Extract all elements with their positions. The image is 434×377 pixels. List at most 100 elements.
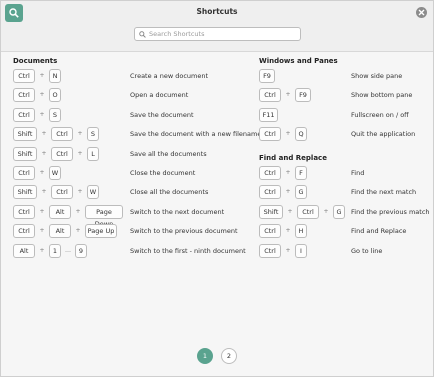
key-cap: 1 bbox=[49, 243, 61, 258]
shortcut-row: Ctrl + I Go to line bbox=[259, 243, 434, 258]
key-cap: Ctrl bbox=[51, 185, 73, 200]
shortcut-row: Ctrl + O Open a document bbox=[13, 88, 230, 103]
shortcut-description: Create a new document bbox=[130, 72, 209, 80]
page-button-2[interactable]: 2 bbox=[221, 348, 237, 364]
plus-separator: + bbox=[39, 72, 45, 79]
shortcut-row: Ctrl + Q Quit the application bbox=[259, 127, 434, 142]
key-cap: Shift bbox=[13, 146, 37, 161]
key-cap: Q bbox=[295, 127, 307, 142]
key-cap: Ctrl bbox=[259, 243, 281, 258]
title-bar: Shortcuts bbox=[1, 1, 433, 52]
key-cap: F11 bbox=[259, 107, 278, 122]
key-cap: Ctrl bbox=[259, 127, 281, 142]
range-separator: … bbox=[65, 246, 71, 254]
plus-separator: + bbox=[285, 246, 291, 254]
shortcut-row: Ctrl + Alt + Page Up Switch to the previous d… bbox=[13, 224, 238, 239]
key-cap: Ctrl bbox=[13, 107, 35, 122]
key-cap: G bbox=[295, 185, 307, 200]
shortcut-row: Ctrl + F9 Show bottom pane bbox=[259, 88, 434, 103]
key-cap: Ctrl bbox=[259, 88, 281, 103]
plus-separator: + bbox=[39, 91, 45, 99]
plus-separator: + bbox=[39, 207, 45, 215]
plus-separator: + bbox=[39, 169, 45, 176]
shortcut-description: Show side pane bbox=[351, 72, 403, 80]
plus-separator: + bbox=[323, 207, 329, 215]
key-cap: Alt bbox=[49, 224, 71, 239]
key-cap: 9 bbox=[75, 243, 87, 258]
shortcut-row: Ctrl + H Find and Replace bbox=[259, 224, 434, 239]
key-cap: Ctrl bbox=[13, 166, 35, 180]
key-cap: Ctrl bbox=[51, 127, 73, 142]
shortcut-row: Shift + Ctrl + L Save all the documents bbox=[13, 146, 230, 161]
key-cap: F9 bbox=[295, 88, 311, 103]
search-input[interactable] bbox=[149, 29, 297, 39]
key-cap: F9 bbox=[259, 69, 275, 83]
shortcut-description: Find the next match bbox=[351, 188, 417, 197]
shortcut-row: Ctrl + N Create a new document bbox=[13, 69, 230, 83]
key-cap: Alt bbox=[13, 243, 35, 258]
shortcut-row: Ctrl + W Close the document bbox=[13, 166, 230, 180]
shortcut-description: Close all the documents bbox=[130, 188, 209, 197]
shortcut-row: Ctrl + G Find the next match bbox=[259, 185, 434, 200]
key-cap: N bbox=[49, 69, 61, 83]
key-cap: G bbox=[333, 204, 345, 219]
key-cap: Ctrl bbox=[259, 185, 281, 200]
search-icon bbox=[139, 31, 146, 38]
key-cap: Shift bbox=[13, 185, 37, 200]
plus-separator: + bbox=[39, 227, 45, 235]
section-title-windows: Windows and Panes bbox=[259, 57, 338, 65]
key-cap: Ctrl bbox=[259, 224, 281, 239]
close-button[interactable] bbox=[416, 7, 427, 18]
shortcut-description: Find bbox=[351, 169, 365, 177]
key-cap: Ctrl bbox=[259, 166, 281, 180]
plus-separator: + bbox=[77, 130, 83, 138]
key-cap: Page Down bbox=[85, 204, 123, 228]
section-title-documents: Documents bbox=[13, 57, 58, 65]
key-cap: Ctrl bbox=[13, 88, 35, 103]
shortcut-description: Open a document bbox=[130, 91, 189, 100]
plus-separator: + bbox=[41, 130, 47, 138]
plus-separator: + bbox=[75, 207, 81, 215]
key-cap: O bbox=[49, 88, 61, 103]
key-cap: Page Up bbox=[85, 224, 117, 239]
plus-separator: + bbox=[39, 110, 45, 118]
key-cap: Ctrl bbox=[13, 224, 35, 239]
shortcut-row: Ctrl + S Save the document bbox=[13, 107, 230, 122]
plus-separator: + bbox=[287, 207, 293, 215]
window-title: Shortcuts bbox=[196, 7, 238, 16]
shortcut-row: Shift + Ctrl + G Find the previous match bbox=[259, 204, 434, 219]
search-field[interactable] bbox=[134, 27, 301, 41]
section-title-find: Find and Replace bbox=[259, 154, 327, 162]
key-cap: L bbox=[87, 146, 99, 161]
key-cap: W bbox=[49, 166, 61, 180]
shortcut-row: F11 Fullscreen on / off bbox=[259, 107, 434, 122]
shortcut-description: Go to line bbox=[351, 246, 383, 255]
shortcut-description: Switch to the first - ninth document bbox=[130, 246, 246, 255]
key-cap: Ctrl bbox=[51, 146, 73, 161]
shortcut-row: Alt +1 … 9 Switch to the first - ninth docum… bbox=[13, 243, 246, 258]
shortcut-row: Ctrl + F Find bbox=[259, 166, 434, 180]
plus-separator: + bbox=[41, 188, 47, 196]
key-cap: Ctrl bbox=[13, 204, 35, 219]
plus-separator: + bbox=[285, 227, 291, 235]
key-cap: W bbox=[87, 185, 99, 200]
shortcut-description: Find the previous match bbox=[351, 207, 430, 216]
plus-separator: + bbox=[285, 188, 291, 196]
shortcut-description: Show bottom pane bbox=[351, 91, 413, 100]
shortcut-description: Quit the application bbox=[351, 130, 416, 139]
page-button-1[interactable]: 1 bbox=[197, 348, 213, 364]
key-cap: S bbox=[49, 107, 61, 122]
plus-separator: + bbox=[41, 149, 47, 157]
key-cap: Ctrl bbox=[13, 69, 35, 83]
close-icon bbox=[418, 9, 425, 16]
key-cap: F bbox=[295, 166, 307, 180]
plus-separator: + bbox=[285, 130, 291, 138]
shortcut-description: Switch to the next document bbox=[130, 207, 225, 216]
shortcut-description: Fullscreen on / off bbox=[351, 110, 409, 119]
key-cap: S bbox=[87, 127, 99, 142]
shortcuts-window: Shortcuts Documents Ctrl+NCreate a new d… bbox=[0, 0, 434, 377]
key-cap: I bbox=[295, 243, 307, 258]
shortcut-row: Shift + Ctrl + W Close all the documents bbox=[13, 185, 230, 200]
key-cap: Alt bbox=[49, 204, 71, 219]
plus-separator: + bbox=[77, 188, 83, 196]
